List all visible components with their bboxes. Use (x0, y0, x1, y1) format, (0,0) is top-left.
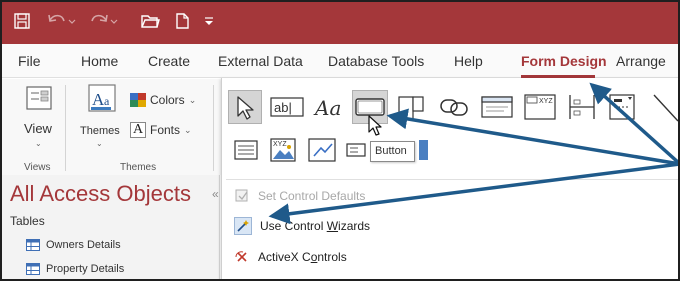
collapse-icon[interactable]: « (212, 187, 219, 201)
text-box-icon: ab| (270, 97, 304, 117)
navigation-pane: All Access Objects « Tables Owners Detai… (2, 175, 220, 279)
navigation-control-icon: XYZ (524, 94, 556, 120)
nav-section-tables[interactable]: Tables (10, 214, 45, 228)
use-control-wizards-label: Use Control Wizards (260, 219, 371, 233)
tab-form-design[interactable]: Form Design (521, 53, 607, 69)
combo-box-icon (346, 143, 366, 157)
list-item-label: Owners Details (46, 239, 121, 251)
svg-text:Aa: Aa (313, 96, 341, 120)
table-icon (26, 263, 40, 275)
chevron-down-icon[interactable]: ⌄ (96, 139, 103, 148)
line-control[interactable] (647, 90, 678, 124)
list-item-label: Property Details (46, 263, 125, 275)
group-divider (65, 85, 66, 171)
tab-file[interactable]: File (18, 53, 41, 69)
select-control[interactable] (228, 90, 262, 124)
link-icon (440, 99, 468, 116)
fonts-icon: A (130, 122, 146, 138)
wizard-wand-icon (234, 217, 252, 235)
chevron-down-icon: ⌄ (188, 94, 197, 105)
tab-home[interactable]: Home (81, 53, 118, 69)
mouse-cursor-icon (368, 115, 382, 136)
web-browser-control[interactable] (478, 90, 516, 124)
view-icon[interactable] (24, 85, 56, 115)
menu-divider (226, 179, 678, 180)
list-item[interactable]: Property Details (26, 261, 124, 277)
line-icon (653, 94, 678, 122)
pointer-icon (237, 96, 254, 120)
svg-text:XYZ: XYZ (273, 141, 287, 148)
label-icon: Aa (313, 96, 341, 120)
fonts-label: Fonts (150, 123, 181, 137)
chevron-down-icon[interactable]: ⌄ (35, 139, 42, 148)
activex-controls-item[interactable]: ActiveX Controls (234, 247, 347, 267)
colors-icon (130, 93, 146, 107)
tab-create[interactable]: Create (148, 53, 190, 69)
themes-group-label: Themes (120, 162, 157, 173)
table-icon (26, 239, 40, 251)
use-control-wizards-item[interactable]: Use Control Wizards (234, 216, 370, 236)
set-control-defaults-item[interactable]: Set Control Defaults (234, 186, 365, 206)
insert-page-break-control[interactable] (605, 90, 641, 124)
redo-icon[interactable] (86, 12, 120, 34)
new-file-icon[interactable] (172, 12, 192, 34)
page-break-icon (609, 94, 635, 120)
group-divider (213, 85, 214, 171)
tab-help[interactable]: Help (454, 53, 483, 69)
tab-database-tools[interactable]: Database Tools (328, 53, 424, 69)
activex-icon (235, 251, 247, 262)
themes-button[interactable]: Themes (80, 125, 120, 137)
image-icon: XYZ (270, 138, 296, 162)
view-button[interactable]: View (24, 121, 52, 136)
text-box-control[interactable]: ab| (267, 90, 307, 124)
label-control[interactable]: Aa (311, 90, 349, 124)
svg-text:a: a (104, 94, 110, 108)
option-group-icon (569, 95, 595, 119)
undo-icon[interactable] (44, 12, 78, 34)
navigation-control[interactable]: XYZ (521, 90, 559, 124)
save-icon[interactable] (10, 12, 34, 34)
tab-control[interactable] (394, 90, 430, 124)
themes-icon[interactable]: Aa (86, 83, 120, 115)
activex-controls-label: ActiveX Controls (258, 250, 347, 264)
colors-label: Colors (150, 93, 185, 107)
nav-pane-title[interactable]: All Access Objects (10, 181, 191, 207)
set-defaults-icon (235, 189, 248, 202)
ribbon-tabs: File Home Create External Data Database … (2, 44, 678, 78)
customize-qat-icon[interactable] (202, 12, 216, 34)
fonts-button[interactable]: A Fonts ⌄ (130, 121, 210, 139)
access-window: File Home Create External Data Database … (0, 0, 680, 281)
list-item[interactable]: Owners Details (26, 237, 121, 253)
list-box-control[interactable] (230, 135, 262, 165)
list-box-icon (234, 140, 258, 160)
image-control[interactable]: XYZ (266, 135, 300, 165)
open-folder-icon[interactable] (138, 12, 162, 34)
set-control-defaults-label: Set Control Defaults (258, 189, 366, 203)
colors-button[interactable]: Colors ⌄ (130, 91, 210, 109)
chart-control[interactable] (305, 135, 339, 165)
tab-external-data[interactable]: External Data (218, 53, 303, 69)
more-controls-strip[interactable] (417, 137, 431, 163)
button-tooltip: Button (370, 141, 415, 162)
tab-control-icon (398, 96, 424, 120)
tab-arrange[interactable]: Arrange (616, 53, 666, 69)
combo-box-control[interactable] (343, 135, 369, 165)
chevron-down-icon: ⌄ (184, 124, 192, 135)
views-group-label: Views (24, 162, 51, 173)
svg-text:XYZ: XYZ (539, 98, 553, 105)
svg-text:ab|: ab| (274, 100, 292, 115)
hyperlink-control[interactable] (436, 90, 472, 124)
scroll-icon (419, 140, 428, 160)
chart-icon (308, 138, 336, 162)
web-browser-icon (481, 96, 513, 118)
title-bar (2, 2, 678, 44)
option-group-control[interactable] (563, 90, 601, 124)
